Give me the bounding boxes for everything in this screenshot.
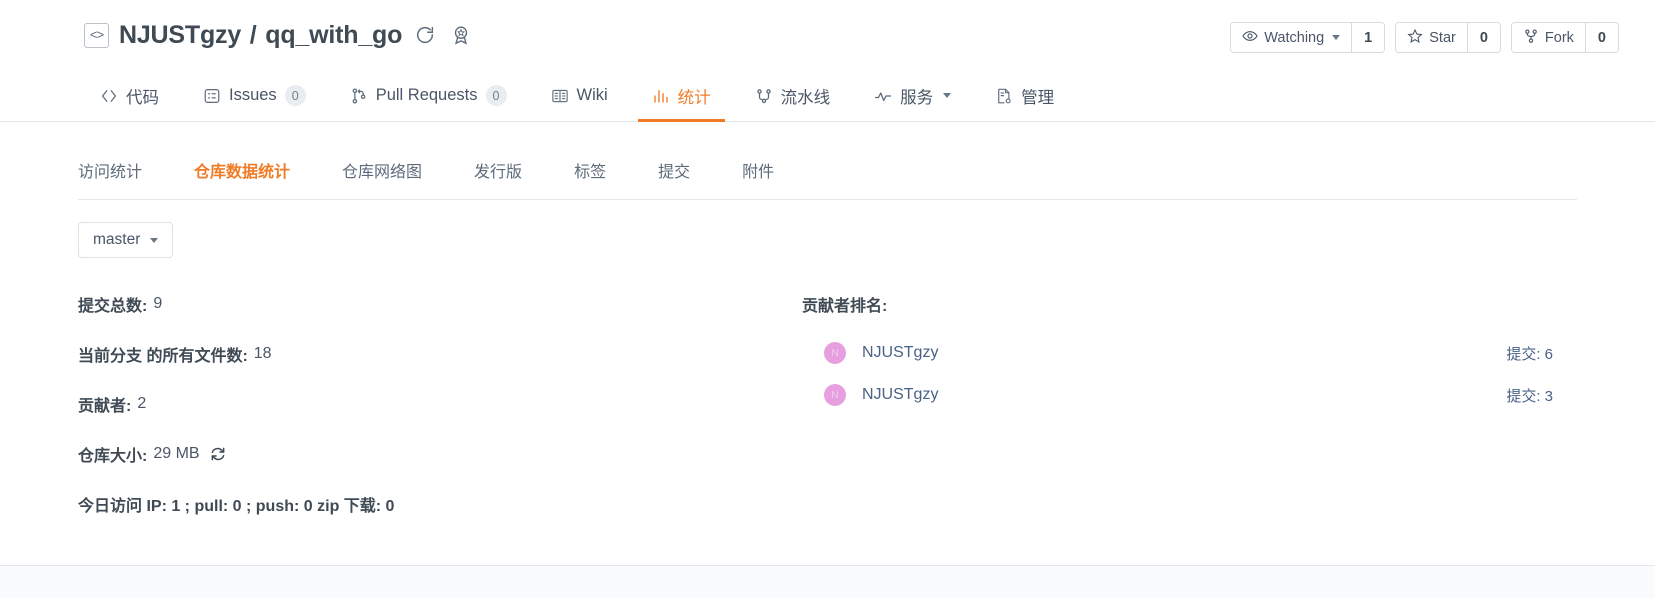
pull-requests-count-badge: 0 — [485, 85, 507, 106]
nav-label: Pull Requests — [375, 86, 478, 104]
stat-label: 今日访问 IP: 1 ; pull: 0 ; push: 0 zip 下载: 0 — [78, 498, 395, 515]
watch-button-label: Watching — [1264, 29, 1325, 46]
issues-count-badge: 0 — [284, 85, 306, 106]
contributors-title: 贡献者排名: — [802, 298, 888, 315]
nav-label: Wiki — [576, 86, 608, 104]
stat-contributors: 贡献者: 2 — [78, 392, 778, 416]
contributor-name[interactable]: NJUSTgzy — [862, 344, 938, 362]
contributor-row: N NJUSTgzy 提交: 3 — [802, 384, 1577, 406]
stat-value: 9 — [153, 295, 163, 312]
contributor-commit-count: 提交: 3 — [1506, 387, 1553, 405]
contributor-row: N NJUSTgzy 提交: 6 — [802, 342, 1577, 364]
sub-tab-visit-stats[interactable]: 访问统计 — [78, 158, 168, 182]
main-navigation: 代码 Issues 0 Pull Requests 0 Wiki 统计 流水线 … — [0, 70, 1655, 122]
star-button-label: Star — [1429, 29, 1456, 46]
book-icon — [551, 87, 569, 105]
contributor-name[interactable]: NJUSTgzy — [862, 386, 938, 404]
nav-item-pipeline[interactable]: 流水线 — [733, 70, 853, 121]
chart-bar-icon — [652, 87, 670, 105]
stat-value: 18 — [253, 345, 272, 362]
pull-request-icon — [350, 87, 368, 105]
sub-navigation: 访问统计 仓库数据统计 仓库网络图 发行版 标签 提交 附件 — [78, 140, 1577, 200]
repo-stats-list: 提交总数: 9 当前分支 的所有文件数: 18 贡献者: 2 仓库大小: 29 … — [78, 292, 778, 542]
repo-owner-link[interactable]: NJUSTgzy — [119, 21, 241, 49]
fork-icon — [1523, 28, 1539, 48]
nav-item-pull-requests[interactable]: Pull Requests 0 — [328, 70, 529, 121]
nav-item-manage[interactable]: 管理 — [973, 70, 1076, 121]
stat-label: 提交总数: — [78, 298, 148, 315]
nav-item-issues[interactable]: Issues 0 — [181, 70, 328, 121]
code-icon — [100, 87, 118, 105]
nav-label: 代码 — [126, 88, 159, 107]
repo-title-separator: / — [249, 20, 257, 49]
award-badge-icon[interactable] — [448, 22, 474, 48]
sub-tab-repo-network-graph[interactable]: 仓库网络图 — [316, 158, 448, 182]
settings-doc-icon — [995, 87, 1013, 105]
main-content: 访问统计 仓库数据统计 仓库网络图 发行版 标签 提交 附件 master 提交… — [0, 140, 1655, 542]
watch-button-group[interactable]: Watching 1 — [1230, 22, 1386, 53]
repo-name-link[interactable]: qq_with_go — [265, 21, 402, 49]
statistics-grid: 提交总数: 9 当前分支 的所有文件数: 18 贡献者: 2 仓库大小: 29 … — [78, 292, 1577, 542]
contributors-panel: 贡献者排名: N NJUSTgzy 提交: 6 N NJUSTgzy 提交: 3 — [778, 292, 1577, 542]
watch-count[interactable]: 1 — [1351, 23, 1385, 52]
refresh-icon[interactable] — [210, 446, 226, 462]
stat-label: 仓库大小: — [78, 448, 148, 465]
stat-file-count: 当前分支 的所有文件数: 18 — [78, 342, 778, 366]
stat-value: 2 — [137, 395, 147, 412]
repo-header: <> NJUSTgzy / qq_with_go Watching 1 Star… — [0, 0, 1655, 70]
nav-item-code[interactable]: 代码 — [78, 70, 181, 121]
repo-actions: Watching 1 Star 0 Fork 0 — [1230, 22, 1619, 53]
branch-selector-label: master — [93, 231, 141, 248]
watch-button[interactable]: Watching — [1231, 23, 1352, 52]
sync-circle-icon[interactable] — [412, 22, 438, 48]
chevron-down-icon — [943, 93, 952, 98]
chevron-down-icon — [1332, 35, 1341, 40]
branch-row: master — [78, 222, 1577, 258]
stat-label: 当前分支 的所有文件数: — [78, 348, 248, 365]
contributor-commit-count: 提交: 6 — [1506, 345, 1553, 363]
sub-tab-tags[interactable]: 标签 — [548, 158, 632, 182]
sub-tab-attachments[interactable]: 附件 — [716, 158, 800, 182]
sub-tab-repo-data-stats[interactable]: 仓库数据统计 — [168, 158, 316, 182]
nav-label: 服务 — [900, 88, 934, 107]
star-icon — [1407, 28, 1423, 48]
nav-label: Issues — [229, 86, 277, 104]
code-brackets-icon: <> — [84, 22, 109, 48]
repo-title-wrap: <> NJUSTgzy / qq_with_go — [84, 21, 474, 50]
nav-label: 统计 — [677, 88, 711, 107]
nav-label: 流水线 — [780, 88, 831, 107]
star-count[interactable]: 0 — [1466, 23, 1500, 52]
fork-count[interactable]: 0 — [1584, 23, 1618, 52]
avatar[interactable]: N — [824, 384, 846, 406]
pipeline-icon — [755, 87, 773, 105]
activity-icon — [874, 87, 892, 105]
avatar[interactable]: N — [824, 342, 846, 364]
sub-tab-releases[interactable]: 发行版 — [448, 158, 548, 182]
stat-label: 贡献者: — [78, 398, 132, 415]
nav-item-statistics[interactable]: 统计 — [630, 70, 733, 122]
nav-item-wiki[interactable]: Wiki — [529, 70, 630, 121]
footer-strip — [0, 566, 1655, 598]
fork-button-label: Fork — [1544, 29, 1574, 46]
chevron-down-icon — [150, 237, 159, 243]
stat-total-commits: 提交总数: 9 — [78, 292, 778, 316]
sub-tab-commits[interactable]: 提交 — [632, 158, 716, 182]
nav-label: 管理 — [1021, 88, 1055, 107]
fork-button[interactable]: Fork — [1511, 23, 1585, 52]
stat-today-visits: 今日访问 IP: 1 ; pull: 0 ; push: 0 zip 下载: 0 — [78, 492, 778, 516]
stat-repo-size: 仓库大小: 29 MB — [78, 442, 778, 466]
stat-value: 29 MB — [153, 445, 200, 462]
eye-icon — [1242, 28, 1258, 48]
branch-selector[interactable]: master — [78, 222, 174, 258]
fork-button-group[interactable]: Fork 0 — [1510, 22, 1619, 53]
star-button-group[interactable]: Star 0 — [1395, 22, 1501, 53]
nav-item-services[interactable]: 服务 — [852, 70, 973, 121]
issues-icon — [203, 87, 221, 105]
page-title: NJUSTgzy / qq_with_go — [119, 21, 402, 50]
star-button[interactable]: Star — [1396, 23, 1467, 52]
